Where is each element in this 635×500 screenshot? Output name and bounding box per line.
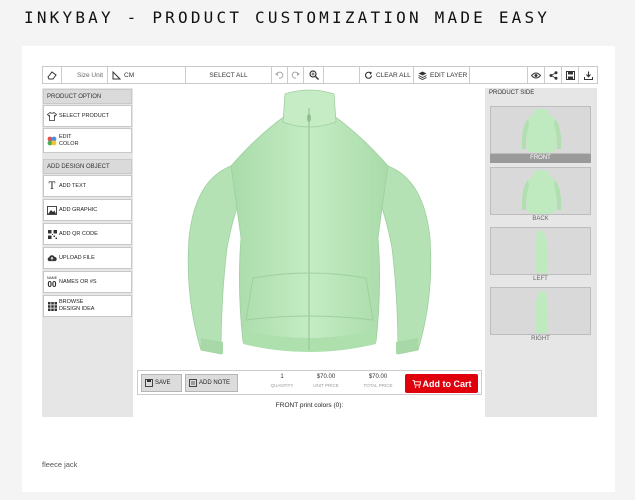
add-qr-code-button[interactable]: ADD QR CODE [43, 223, 132, 245]
quantity-label: QUANTITY [270, 383, 294, 388]
edit-color-line-1: EDIT [59, 133, 72, 140]
add-text-button[interactable]: T ADD TEXT [43, 175, 132, 197]
download-icon [583, 71, 593, 80]
edit-color-label: EDIT COLOR [59, 134, 79, 148]
product-side-panel: PRODUCT SIDE FRONT BACK LEFT RIGHT [485, 88, 597, 417]
select-product-button[interactable]: SELECT PRODUCT [43, 105, 132, 127]
layers-icon [418, 71, 427, 80]
quantity-value: 1 [280, 374, 284, 380]
share-button[interactable] [544, 67, 561, 83]
side-thumb-front[interactable] [490, 106, 591, 154]
left-sidebar: PRODUCT OPTION SELECT PRODUCT EDIT COLOR … [42, 88, 133, 417]
add-design-object-header: ADD DESIGN OBJECT [43, 159, 132, 174]
total-price-value: $70.00 [368, 374, 388, 380]
zoom-button[interactable] [303, 67, 323, 83]
product-option-header: PRODUCT OPTION [43, 89, 132, 104]
side-thumb-right[interactable] [490, 287, 591, 335]
browse-line-1: BROWSE [59, 299, 84, 305]
jacket-left-thumb [535, 230, 548, 273]
download-button[interactable] [578, 67, 597, 83]
unit-price-value: $70.00 [316, 374, 336, 380]
select-all-button[interactable]: SELECT ALL [185, 67, 271, 83]
add-to-cart-label: Add to Cart [422, 378, 472, 389]
edit-layer-button[interactable]: EDIT LAYER [413, 67, 469, 83]
names-numbers-button[interactable]: NAME 00 NAMES OR #S [43, 271, 132, 293]
unit-price-label: UNIT PRICE [313, 383, 339, 388]
save-button[interactable]: SAVE [141, 374, 182, 392]
add-note-label: ADD NOTE [199, 380, 231, 386]
graphic-icon [47, 205, 57, 215]
save-label: SAVE [155, 380, 171, 386]
print-colors-info: FRONT print colors (0): [275, 402, 344, 409]
unit-price: $70.00 UNIT PRICE [306, 374, 346, 388]
jacket-back-thumb [521, 170, 562, 214]
ruler-icon [112, 70, 121, 79]
size-unit-label: Size Unit [61, 67, 107, 83]
product-side-header: PRODUCT SIDE [489, 90, 535, 96]
browse-line-2: DESIGN IDEA [59, 306, 95, 312]
upload-file-button[interactable]: UPLOAD FILE [43, 247, 132, 269]
qr-code-icon [47, 229, 57, 239]
redo-icon [291, 71, 300, 79]
jacket-right-thumb [535, 290, 548, 333]
total-price-label: TOTAL PRICE [363, 383, 393, 388]
jacket-front-image [187, 89, 432, 355]
names-numbers-icon: NAME 00 [46, 275, 58, 289]
cart-icon [412, 379, 421, 388]
toolbar-spacer [323, 67, 359, 83]
edit-color-line-2: COLOR [59, 140, 79, 147]
add-to-cart-button[interactable]: Add to Cart [405, 374, 478, 393]
grid-icon [47, 301, 57, 311]
side-thumb-left[interactable] [490, 227, 591, 275]
add-graphic-label: ADD GRAPHIC [59, 206, 98, 213]
unit-value: CM [124, 71, 135, 79]
product-caption: fleece jack [42, 460, 78, 469]
add-text-label: ADD TEXT [59, 182, 87, 189]
jacket-front-thumb [521, 109, 562, 153]
upload-file-label: UPLOAD FILE [59, 254, 95, 261]
save-icon [145, 379, 153, 387]
clear-all-button[interactable]: CLEAR ALL [359, 67, 413, 83]
browse-design-idea-button[interactable]: BROWSE DESIGN IDEA [43, 295, 132, 317]
total-price: $70.00 TOTAL PRICE [358, 374, 398, 388]
add-qr-code-label: ADD QR CODE [59, 230, 98, 237]
names-numbers-label: NAMES OR #S [59, 278, 97, 285]
cloud-upload-icon [47, 255, 57, 262]
toolbar: Size Unit CM SELECT ALL CLEAR ALL EDIT L… [42, 66, 598, 84]
share-icon [549, 70, 557, 80]
side-label-right[interactable]: RIGHT [490, 335, 591, 344]
side-label-left[interactable]: LEFT [490, 275, 591, 284]
side-label-back[interactable]: BACK [490, 215, 591, 224]
quantity-field[interactable]: 1 QUANTITY [262, 374, 302, 388]
color-palette-icon [47, 136, 57, 145]
browse-design-idea-label: BROWSE DESIGN IDEA [59, 299, 94, 313]
zoom-in-icon [308, 70, 319, 80]
refresh-icon [364, 71, 373, 79]
undo-icon [275, 71, 284, 79]
redo-button[interactable] [287, 67, 303, 83]
undo-button[interactable] [271, 67, 287, 83]
eraser-button[interactable] [43, 67, 61, 83]
unit-selector[interactable]: CM [107, 67, 185, 83]
text-icon: T [48, 180, 56, 192]
preview-button[interactable] [527, 67, 544, 83]
side-thumb-back[interactable] [490, 167, 591, 215]
design-canvas[interactable] [137, 88, 482, 369]
clear-all-label: CLEAR ALL [376, 71, 411, 79]
eye-icon [531, 72, 541, 78]
note-icon [189, 379, 197, 387]
order-bar: SAVE ADD NOTE 1 QUANTITY $70.00 UNIT PRI… [137, 370, 482, 395]
side-label-front[interactable]: FRONT [490, 154, 591, 163]
page-title: INKYBAY - PRODUCT CUSTOMIZATION MADE EAS… [24, 8, 551, 27]
add-note-button[interactable]: ADD NOTE [185, 374, 238, 392]
edit-color-button[interactable]: EDIT COLOR [43, 128, 132, 153]
toolbar-spacer-2 [469, 67, 527, 83]
edit-layer-label: EDIT LAYER [430, 71, 468, 79]
shirt-icon [47, 111, 57, 121]
floppy-icon [565, 70, 575, 80]
save-design-button[interactable] [561, 67, 578, 83]
add-graphic-button[interactable]: ADD GRAPHIC [43, 199, 132, 221]
select-product-label: SELECT PRODUCT [59, 112, 110, 119]
eraser-icon [47, 70, 57, 79]
